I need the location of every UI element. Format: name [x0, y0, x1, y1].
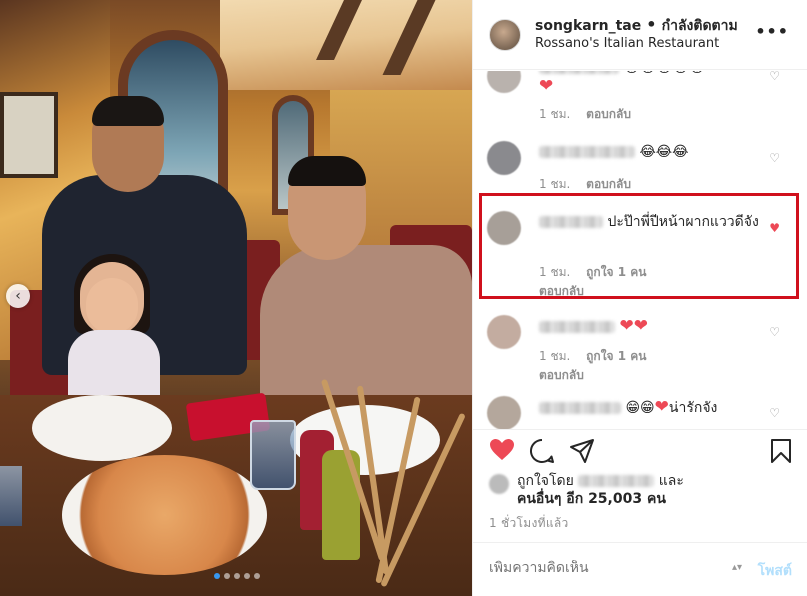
separator-dot: • — [646, 15, 657, 34]
comment-input[interactable] — [489, 560, 729, 576]
post-header: songkarn_tae • กำลังติดตาม Rossano's Ita… — [473, 0, 807, 70]
blurred-username[interactable] — [539, 146, 635, 158]
comments-list[interactable]: 😂😂😂😂😂 ❤ 1 ชม. ตอบกลับ ♡ 😂😂😂 1 ชม. ตอบกลั… — [473, 71, 807, 429]
comment-emoji: 😂😂😂 — [639, 144, 689, 160]
post-button[interactable]: โพสต์ — [758, 560, 792, 582]
post-photo[interactable]: ‹ — [0, 0, 472, 596]
comment-time: 1 ชม. — [539, 107, 571, 121]
heart-emoji: ❤ — [539, 76, 554, 96]
heart-emoji: ❤❤ — [619, 316, 648, 336]
and-label: และ — [658, 473, 684, 489]
wall-picture-frame — [0, 92, 58, 178]
reply-button[interactable]: ตอบกลับ — [539, 284, 584, 298]
carousel-dot — [234, 573, 240, 579]
blurred-username[interactable] — [539, 71, 619, 74]
comment-meta: 1 ชม. ตอบกลับ — [539, 105, 643, 124]
comment-body: ปะป๊าพี่ปีหน้าผากแววดีจัง — [607, 214, 759, 230]
pizza — [62, 455, 267, 575]
emoji-caret-icon[interactable]: ▴▾ — [732, 562, 742, 573]
comment-body: น่ารักจัง — [668, 400, 718, 416]
comment-like-icon[interactable]: ♡ — [769, 71, 780, 83]
person-face — [86, 278, 138, 334]
comment-text: 😁😁❤น่ารักจัง — [539, 398, 759, 417]
commenter-avatar[interactable] — [487, 141, 521, 175]
liked-by-line: ถูกใจโดย และ — [517, 472, 684, 490]
carousel-prev-button[interactable]: ‹ — [6, 284, 30, 308]
blurred-username[interactable] — [539, 402, 621, 414]
heart-emoji: ❤ — [654, 397, 669, 417]
carousel-dot — [214, 573, 220, 579]
post-author-info: songkarn_tae • กำลังติดตาม Rossano's Ita… — [535, 16, 738, 53]
liker-avatar[interactable] — [489, 474, 509, 494]
comment-text: ❤❤ — [539, 317, 759, 336]
post-actions-bar — [473, 429, 807, 469]
comment-meta: 1 ชม. ถูกใจ 1 คน ตอบกลับ — [539, 347, 659, 385]
blurred-username[interactable] — [539, 321, 615, 333]
reply-button[interactable]: ตอบกลับ — [586, 177, 631, 191]
carousel-dot — [244, 573, 250, 579]
comment-time: 1 ชม. — [539, 265, 571, 279]
heart-filled-icon[interactable] — [489, 438, 515, 467]
commenter-avatar[interactable] — [487, 315, 521, 349]
following-button[interactable]: กำลังติดตาม — [662, 18, 738, 34]
person-hair — [92, 96, 164, 126]
carousel-dot — [224, 573, 230, 579]
comment-time: 1 ชม. — [539, 349, 571, 363]
reply-button[interactable]: ตอบกลับ — [586, 107, 631, 121]
location-link[interactable]: Rossano's Italian Restaurant — [535, 35, 738, 53]
carousel-indicator — [214, 573, 260, 579]
comment-emoji: 😂😂😂😂😂 — [623, 71, 705, 76]
share-icon[interactable] — [569, 438, 595, 469]
water-glass — [0, 466, 22, 526]
commenter-avatar[interactable] — [487, 211, 521, 245]
blurred-username[interactable] — [578, 475, 655, 487]
comment-likes-count[interactable]: ถูกใจ 1 คน — [586, 265, 646, 279]
avatar[interactable] — [489, 18, 521, 51]
water-glass — [250, 420, 296, 490]
person-hair — [288, 156, 366, 186]
username-link[interactable]: songkarn_tae — [535, 18, 641, 34]
commenter-avatar[interactable] — [487, 396, 521, 429]
comment-meta: 1 ชม. ถูกใจ 1 คน ตอบกลับ — [539, 263, 659, 301]
liked-by-label: ถูกใจโดย — [517, 473, 574, 489]
post-side-panel: songkarn_tae • กำลังติดตาม Rossano's Ita… — [472, 0, 807, 596]
others-likes-link[interactable]: คนอื่นๆ อีก 25,003 คน — [517, 490, 666, 508]
comment-meta: 1 ชม. ตอบกลับ — [539, 175, 643, 194]
breadsticks — [320, 375, 466, 588]
post-timestamp[interactable]: 1 ชั่วโมงที่แล้ว — [489, 514, 569, 533]
reply-button[interactable]: ตอบกลับ — [539, 368, 584, 382]
carousel-dot — [254, 573, 260, 579]
comment-likes-count[interactable]: ถูกใจ 1 คน — [586, 349, 646, 363]
comment-like-icon[interactable]: ♡ — [769, 406, 780, 420]
comment-text: 😂😂😂😂😂 ❤ — [539, 71, 759, 96]
comment-text: 😂😂😂 — [539, 143, 759, 161]
add-comment-bar: ▴▾ โพสต์ — [473, 542, 807, 596]
comment-time: 1 ชม. — [539, 177, 571, 191]
commenter-avatar[interactable] — [487, 71, 521, 93]
blurred-username[interactable] — [539, 216, 603, 228]
plate — [32, 395, 172, 461]
comment-text: ปะป๊าพี่ปีหน้าผากแววดีจัง — [539, 213, 759, 231]
comment-like-icon[interactable]: ♡ — [769, 151, 780, 165]
comment-like-icon[interactable]: ♡ — [769, 325, 780, 339]
comment-icon[interactable] — [529, 438, 555, 469]
bookmark-icon[interactable] — [769, 438, 793, 469]
comment-emoji: 😁😁 — [625, 400, 655, 416]
comment-liked-heart-icon[interactable]: ♥ — [769, 221, 780, 235]
more-options-icon[interactable]: ••• — [755, 22, 789, 41]
